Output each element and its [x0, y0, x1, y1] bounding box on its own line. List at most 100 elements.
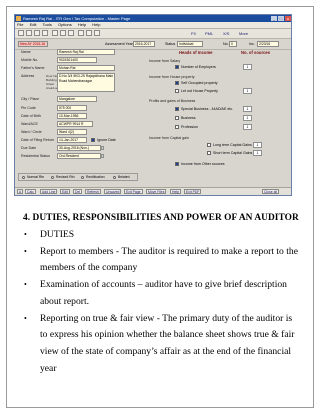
bullet-list: • DUTIES • Report to members - The auditor… [23, 227, 301, 377]
toolbar-f9[interactable]: F9 [191, 30, 196, 37]
menu-options[interactable]: Options [58, 22, 72, 27]
no-of-sources-title: No. of sources [241, 50, 271, 55]
let-out-count[interactable]: 1 [243, 88, 252, 94]
menu-help[interactable]: Help [78, 22, 86, 27]
close-button[interactable]: x [285, 16, 291, 21]
radio-revised[interactable] [51, 176, 54, 179]
menu-file[interactable]: File [17, 22, 23, 27]
bar-button-exit-page[interactable]: Exit Page [124, 189, 143, 194]
name-field[interactable]: Ramesh Raj Rai [57, 49, 115, 55]
due-date-chevron-down-icon[interactable] [101, 146, 104, 150]
list-item: • Examination of accounts – auditor have … [23, 277, 301, 310]
bar-button-a[interactable]: A [17, 189, 24, 194]
paste-icon[interactable] [68, 30, 74, 36]
special-business-label: Special Business - 44AD/AE etc. [181, 107, 234, 111]
short-term-count[interactable]: 1 [253, 150, 262, 156]
bar-button-exit-pdf[interactable]: Exit PDF [184, 189, 202, 194]
app-icon [16, 16, 21, 21]
pincode-label: Pin Code [21, 106, 36, 110]
profession-count[interactable]: 1 [243, 124, 252, 130]
bar-button-calc[interactable]: Calc [25, 189, 36, 194]
copy-icon[interactable] [60, 30, 66, 36]
calc-icon[interactable] [78, 30, 84, 36]
toolbar-pml[interactable]: PML [205, 30, 213, 37]
business-count[interactable]: 1 [243, 115, 252, 121]
radio-belated[interactable] [113, 176, 116, 179]
cut-icon[interactable] [52, 30, 58, 36]
ignore-date-checkbox[interactable] [91, 138, 95, 142]
bar-button-move-files[interactable]: Move Files [146, 189, 167, 194]
self-occupied-checkbox[interactable] [175, 81, 179, 85]
print-icon[interactable] [42, 30, 48, 36]
city-field[interactable]: Mangalore [57, 96, 97, 102]
address-field[interactable]: D.No 3/4 5KD-25 Rajapidhana Main Road Ma… [57, 73, 115, 92]
self-occupied-label: Self Occupied property [181, 81, 218, 85]
employers-checkbox[interactable] [175, 65, 179, 69]
long-term-count[interactable]: 1 [253, 142, 262, 148]
employers-count[interactable]: 1 [243, 64, 252, 70]
radio-rectification-label: Rectification [86, 175, 105, 179]
status-field[interactable]: Individual [177, 41, 203, 47]
other-sources-checkbox[interactable] [175, 162, 179, 166]
short-term-checkbox[interactable] [207, 151, 211, 155]
calendar-icon[interactable] [86, 30, 92, 36]
radio-normal-label: Normal Rtn [27, 175, 45, 179]
long-term-checkbox[interactable] [207, 143, 211, 147]
bar-button-add-line[interactable]: Add Line [40, 189, 58, 194]
special-business-count[interactable]: 1 [243, 106, 252, 112]
residential-select[interactable]: Ord.Resident [57, 153, 101, 159]
minimize-button[interactable]: _ [271, 16, 277, 21]
due-date-label: Due Date [21, 146, 37, 150]
filing-field[interactable]: 14-Jan-2017 [57, 137, 87, 143]
window-title: Ramesh Raj Rai - ITR Gen / Tax Computati… [23, 16, 131, 21]
date-label: Inc. [249, 42, 255, 46]
radio-normal[interactable] [22, 176, 25, 179]
assessment-year-field[interactable]: 2016-2017 [133, 41, 155, 47]
open-icon[interactable] [26, 30, 32, 36]
business-label: Business [181, 116, 196, 120]
profession-label: Profession [181, 125, 198, 129]
mobile-field[interactable]: 9024301400 [57, 57, 97, 63]
let-out-checkbox[interactable] [175, 89, 179, 93]
residential-label: Residential Status [21, 154, 50, 158]
menu-tools[interactable]: Tools [43, 22, 52, 27]
no-label: No. [223, 42, 229, 46]
date-field[interactable]: 2/23/16 [257, 41, 279, 47]
father-field[interactable]: Mohan Rai [57, 65, 115, 71]
save-icon[interactable] [34, 30, 40, 36]
ward-field[interactable]: ACWPR 9914 R [57, 121, 93, 127]
bar-button-unsaved[interactable]: Unsaved [104, 189, 122, 194]
toolbar-more[interactable]: More [239, 30, 248, 37]
help-icon[interactable] [94, 30, 100, 36]
bar-button-refresh[interactable]: Refresh [85, 189, 101, 194]
due-date-select[interactable]: 30-Aug-2016 (Non-) [57, 145, 101, 151]
ignore-date-label: Ignore Date [97, 138, 116, 142]
list-item-text: Examination of accounts – auditor have t… [40, 279, 287, 307]
dob-field[interactable]: 10-Mar-1956 [57, 113, 87, 119]
toolbar: F9 PML X/S More [15, 29, 291, 39]
profession-checkbox[interactable] [175, 125, 179, 129]
assessment-year-label: Assessment Year [105, 42, 133, 46]
toolbar-xs[interactable]: X/S [223, 30, 229, 37]
new-ay-button[interactable]: New AY 2015-16 [18, 41, 48, 47]
radio-revised-label: Revised Rtn [56, 175, 75, 179]
bar-button-del[interactable]: Del [73, 189, 83, 194]
new-icon[interactable] [18, 30, 24, 36]
special-business-checkbox[interactable] [175, 107, 179, 111]
menu-edit[interactable]: Edit [30, 22, 37, 27]
radio-rectification[interactable] [81, 176, 84, 179]
ward-label: Ward/ACE [21, 122, 38, 126]
no-field[interactable]: 0 [229, 41, 237, 47]
residential-chevron-down-icon[interactable] [101, 154, 104, 158]
list-item: • Report to members - The auditor is requ… [23, 244, 301, 277]
menu-help-2[interactable]: Help [92, 22, 100, 27]
filing-label: Date of Filing Return [21, 138, 54, 142]
business-checkbox[interactable] [175, 116, 179, 120]
bar-button-edit[interactable]: Edit [60, 189, 70, 194]
maximize-button[interactable]: □ [278, 16, 284, 21]
pincode-field[interactable]: 575 002 [57, 105, 87, 111]
range-field[interactable]: Ward 4(2) [57, 129, 87, 135]
bar-button-help[interactable]: Help [170, 189, 181, 194]
app-screenshot: Ramesh Raj Rai - ITR Gen / Tax Computati… [14, 14, 292, 196]
bar-button-close-all[interactable]: Close all [262, 189, 280, 194]
